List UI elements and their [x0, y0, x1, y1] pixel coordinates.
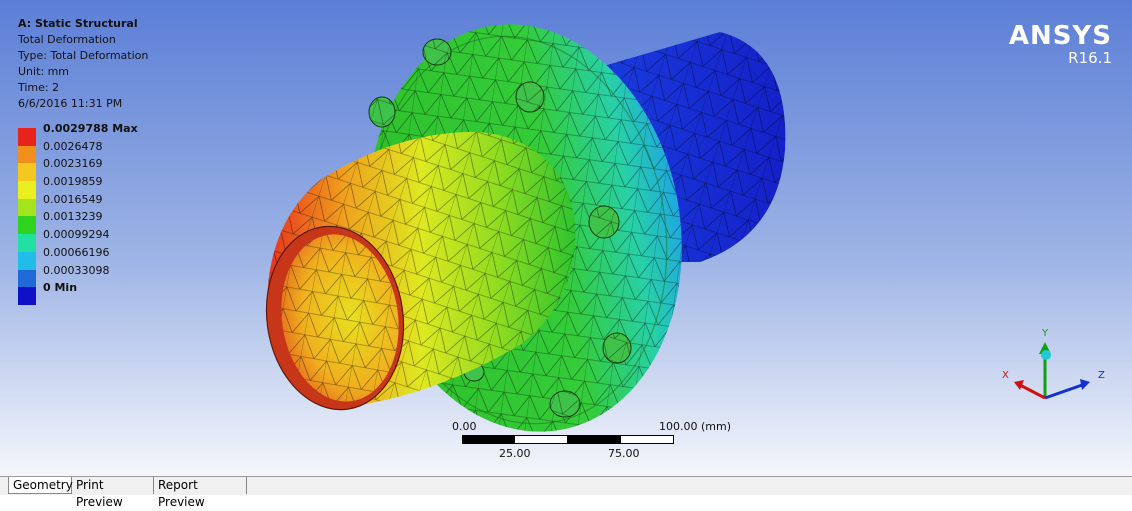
- z-arrow-icon: [1080, 379, 1090, 390]
- coordinate-triad[interactable]: Y X Z: [990, 322, 1120, 412]
- y-axis-label: Y: [1041, 328, 1049, 339]
- scale-segment-2: [514, 435, 568, 444]
- scale-label-end: 100.00 (mm): [659, 420, 731, 433]
- scale-label-25: 25.00: [499, 447, 531, 460]
- result-type: Type: Total Deformation: [18, 49, 149, 62]
- legend-value: 0.0029788 Max: [43, 122, 138, 135]
- legend-swatch: [18, 251, 36, 270]
- tab-report-preview[interactable]: Report Preview: [154, 477, 247, 509]
- scale-segment-4: [620, 435, 674, 444]
- flange-model[interactable]: [0, 0, 1132, 476]
- legend-swatch: [18, 198, 36, 217]
- legend-value: 0.00033098: [43, 263, 110, 277]
- scale-bar: 0.00 100.00 (mm) 25.00 75.00: [452, 420, 731, 470]
- legend-swatch: [18, 128, 36, 146]
- legend-swatch: [18, 145, 36, 164]
- legend-value: 0.00099294: [43, 228, 110, 242]
- scale-label-75: 75.00: [608, 447, 640, 460]
- legend-swatch: [18, 163, 36, 182]
- graphics-viewport[interactable]: A: Static Structural Total Deformation T…: [0, 0, 1132, 476]
- legend-swatch: [18, 287, 36, 305]
- scale-segment-1: [462, 435, 515, 444]
- legend-value: 0.0019859: [43, 175, 103, 189]
- result-time: Time: 2: [18, 81, 60, 94]
- legend-swatch: [18, 181, 36, 199]
- z-axis: [1044, 382, 1086, 400]
- view-tab-bar: Geometry Print Preview Report Preview: [0, 476, 1132, 509]
- legend-value: 0 Min: [43, 281, 78, 295]
- logo-version: R16.1: [1068, 49, 1112, 67]
- legend-value: 0.00066196: [43, 245, 110, 259]
- result-date: 6/6/2016 11:31 PM: [18, 97, 123, 110]
- legend-value: 0.0023169: [43, 157, 103, 171]
- scale-segment-3: [567, 435, 621, 444]
- result-unit: Unit: mm: [18, 65, 70, 78]
- triad-origin-icon: [1041, 350, 1051, 360]
- ansys-logo: ANSYS R16.1: [1009, 22, 1112, 66]
- x-axis-label: X: [1002, 370, 1009, 381]
- result-name: Total Deformation: [18, 33, 116, 46]
- legend-value: 0.0016549: [43, 192, 103, 206]
- x-axis: [1017, 382, 1046, 400]
- legend-swatch: [18, 216, 36, 235]
- analysis-title: A: Static Structural: [18, 17, 138, 30]
- z-axis-label: Z: [1098, 370, 1105, 381]
- tab-print-preview[interactable]: Print Preview: [72, 477, 154, 509]
- legend-swatch: [18, 269, 36, 288]
- logo-brand: ANSYS: [1008, 21, 1112, 51]
- legend-swatch: [18, 234, 36, 252]
- legend-value: 0.0013239: [43, 210, 103, 224]
- tab-geometry[interactable]: Geometry: [8, 477, 73, 494]
- scale-label-start: 0.00: [452, 420, 477, 433]
- legend-value: 0.0026478: [43, 139, 103, 153]
- result-info: A: Static Structural Total Deformation T…: [18, 16, 148, 112]
